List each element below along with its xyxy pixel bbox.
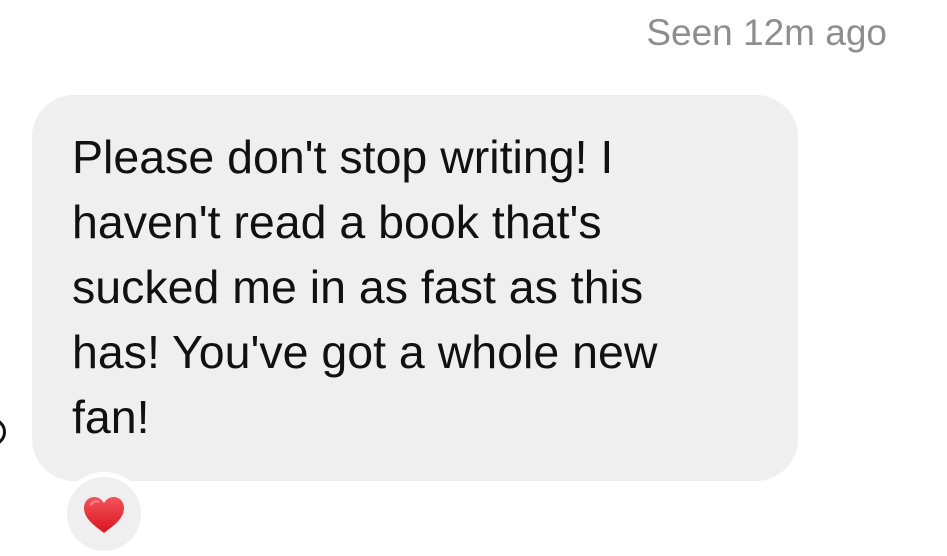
heart-icon bbox=[84, 497, 124, 533]
seen-status: Seen 12m ago bbox=[646, 12, 887, 53]
message-text: Please don't stop writing! I haven't rea… bbox=[72, 131, 658, 443]
avatar[interactable] bbox=[0, 418, 6, 446]
message-bubble[interactable]: Please don't stop writing! I haven't rea… bbox=[32, 95, 798, 481]
message-reaction[interactable] bbox=[62, 472, 146, 556]
